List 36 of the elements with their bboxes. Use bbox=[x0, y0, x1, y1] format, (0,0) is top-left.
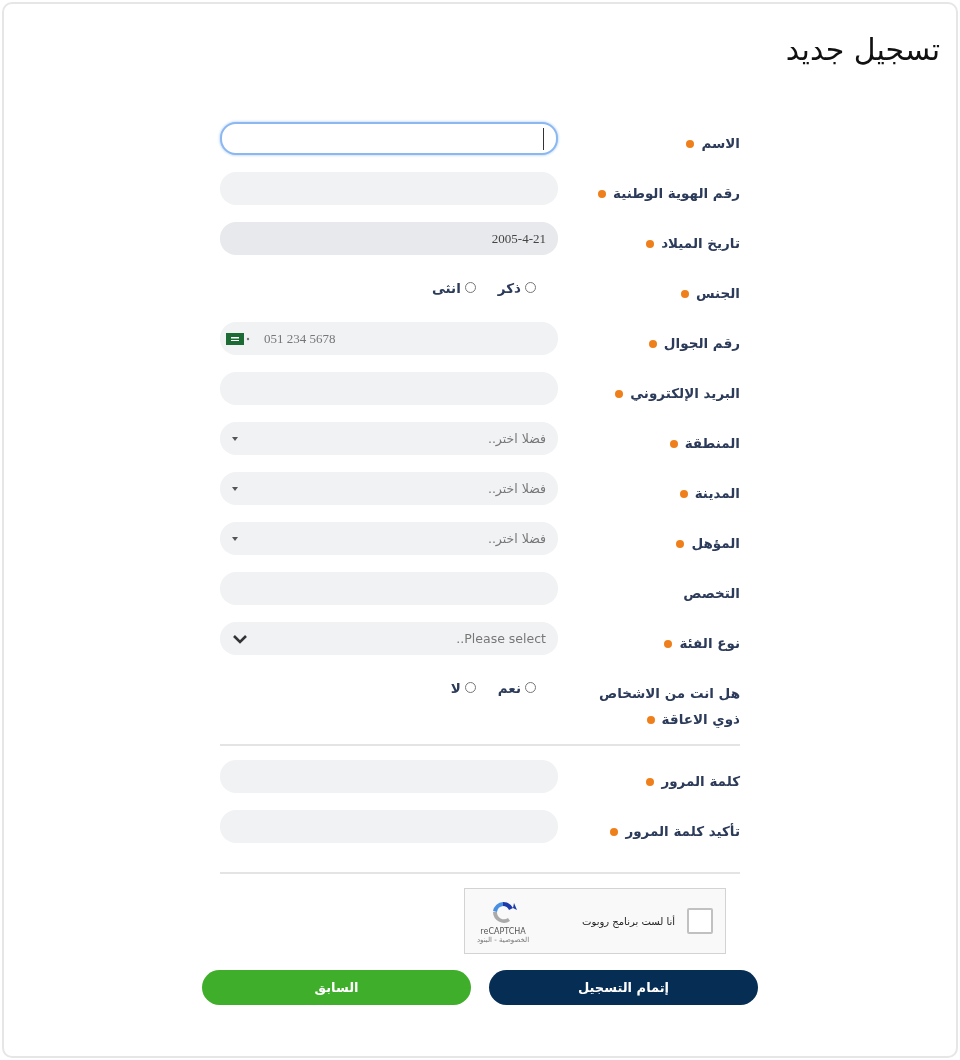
field-label: الاسم bbox=[701, 135, 740, 151]
phone-field[interactable]: 051 234 5678 bbox=[220, 322, 558, 355]
field-label: رقم الهوية الوطنية bbox=[613, 185, 740, 201]
caret-icon bbox=[232, 486, 238, 491]
field-label: تاريخ الميلاد bbox=[661, 235, 740, 251]
recaptcha-brand: reCAPTCHA bbox=[480, 926, 526, 936]
field-label: نوع الفئة bbox=[679, 635, 740, 651]
field-label: البريد الإلكتروني bbox=[630, 385, 740, 401]
select-field[interactable]: Please select.. bbox=[220, 622, 558, 655]
page-title: تسجيل جديد bbox=[784, 32, 940, 69]
field-label: الجنس bbox=[695, 285, 740, 301]
field-label: المؤهل bbox=[691, 535, 740, 551]
chevron-down-icon bbox=[232, 633, 248, 644]
date-field[interactable]: 2005-4-21 bbox=[220, 222, 558, 255]
field-label: تأكيد كلمة المرور bbox=[625, 823, 740, 839]
flag-icon[interactable] bbox=[226, 332, 250, 345]
captcha-label: أنا لست برنامج روبوت bbox=[581, 915, 675, 927]
select-field[interactable]: فضلا اختر.. bbox=[220, 472, 558, 505]
select-field[interactable]: فضلا اختر.. bbox=[220, 522, 558, 555]
form-button[interactable]: السابق bbox=[202, 970, 471, 1005]
radio-option[interactable]: انثى bbox=[431, 280, 476, 296]
field-label: التخصص bbox=[683, 585, 740, 601]
caret-icon bbox=[232, 436, 238, 441]
field-label: كلمة المرور bbox=[661, 773, 740, 789]
field-label: هل انت من الاشخاص ذوي الاعاقة bbox=[599, 685, 740, 727]
radio-option[interactable]: لا bbox=[450, 680, 476, 696]
input-field[interactable] bbox=[220, 122, 558, 155]
caret-icon bbox=[232, 536, 238, 541]
radio-option[interactable]: نعم bbox=[497, 680, 536, 696]
field-label: رقم الجوال bbox=[663, 335, 740, 351]
form-button[interactable]: إتمام التسجيل bbox=[489, 970, 758, 1005]
captcha-checkbox[interactable] bbox=[687, 908, 713, 934]
field-label: المنطقة bbox=[684, 435, 740, 451]
select-field[interactable]: فضلا اختر.. bbox=[220, 422, 558, 455]
field-label: المدينة bbox=[694, 485, 740, 501]
radio-option[interactable]: ذكر bbox=[497, 280, 536, 296]
